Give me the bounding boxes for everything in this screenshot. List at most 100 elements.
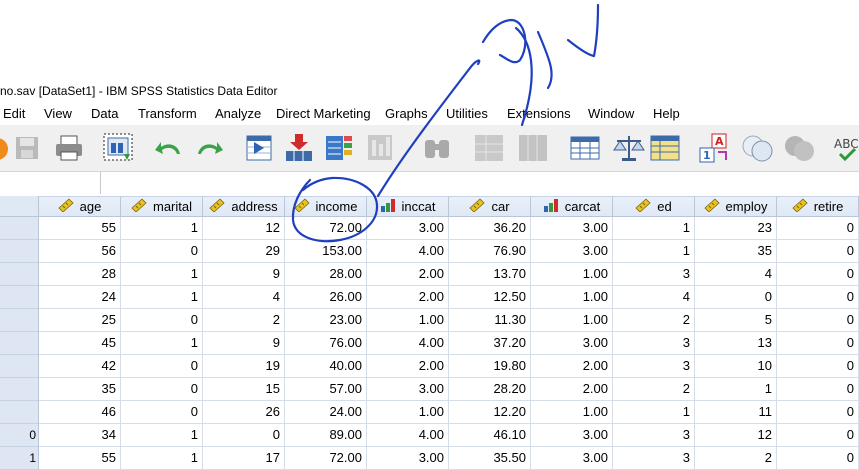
cell-income[interactable]: 72.00 [285,217,367,240]
show-all-variables-icon[interactable] [782,132,816,164]
cell-ed[interactable]: 3 [613,424,695,447]
cell-address[interactable]: 17 [203,447,285,470]
cell-carcat[interactable]: 3.00 [531,424,613,447]
menu-window[interactable]: Window [588,103,634,125]
cell-employ[interactable]: 10 [695,355,777,378]
grid-corner[interactable] [0,196,39,217]
cell-editor-input[interactable] [100,172,859,194]
menu-data[interactable]: Data [91,103,118,125]
row-header[interactable] [0,309,39,332]
cell-marital[interactable]: 0 [121,355,203,378]
column-header-marital[interactable]: marital [121,196,203,217]
cell-retire[interactable]: 0 [777,217,859,240]
redo-icon[interactable] [192,132,226,164]
select-cases-icon[interactable] [648,132,682,164]
cell-inccat[interactable]: 2.00 [367,263,449,286]
row-header[interactable] [0,332,39,355]
cell-ed[interactable]: 1 [613,401,695,424]
cell-carcat[interactable]: 2.00 [531,378,613,401]
weight-cases-icon[interactable] [612,132,646,164]
cell-car[interactable]: 28.20 [449,378,531,401]
cell-age[interactable]: 25 [39,309,121,332]
cell-address[interactable]: 0 [203,424,285,447]
save-icon[interactable] [10,132,44,164]
cell-address[interactable]: 26 [203,401,285,424]
insert-cases-icon[interactable] [472,132,506,164]
cell-employ[interactable]: 12 [695,424,777,447]
cell-employ[interactable]: 2 [695,447,777,470]
recall-dialog-icon[interactable] [102,132,136,164]
column-header-carcat[interactable]: carcat [531,196,613,217]
cell-carcat[interactable]: 1.00 [531,286,613,309]
cell-address[interactable]: 12 [203,217,285,240]
cell-employ[interactable]: 0 [695,286,777,309]
cell-retire[interactable]: 0 [777,378,859,401]
cell-inccat[interactable]: 1.00 [367,309,449,332]
find-icon[interactable] [420,132,454,164]
go-to-case-icon[interactable] [242,132,276,164]
cell-inccat[interactable]: 3.00 [367,378,449,401]
cell-income[interactable]: 26.00 [285,286,367,309]
undo-icon[interactable] [152,132,186,164]
cell-marital[interactable]: 1 [121,332,203,355]
cell-age[interactable]: 34 [39,424,121,447]
row-header[interactable] [0,263,39,286]
spell-check-icon[interactable]: ABC [832,132,859,164]
go-to-variable-icon[interactable] [282,132,316,164]
cell-ed[interactable]: 3 [613,263,695,286]
column-header-inccat[interactable]: inccat [367,196,449,217]
column-header-ed[interactable]: ed [613,196,695,217]
run-descriptive-icon[interactable] [365,132,399,164]
column-header-retire[interactable]: retire [777,196,859,217]
cell-marital[interactable]: 0 [121,240,203,263]
cell-employ[interactable]: 35 [695,240,777,263]
cell-ed[interactable]: 3 [613,355,695,378]
cell-address[interactable]: 2 [203,309,285,332]
menu-transform[interactable]: Transform [138,103,197,125]
row-header[interactable] [0,286,39,309]
cell-age[interactable]: 24 [39,286,121,309]
cell-income[interactable]: 72.00 [285,447,367,470]
cell-ed[interactable]: 3 [613,447,695,470]
menu-direct-marketing[interactable]: Direct Marketing [276,103,371,125]
cell-employ[interactable]: 4 [695,263,777,286]
cell-carcat[interactable]: 1.00 [531,309,613,332]
menu-utilities[interactable]: Utilities [446,103,488,125]
cell-age[interactable]: 46 [39,401,121,424]
cell-age[interactable]: 56 [39,240,121,263]
cell-car[interactable]: 36.20 [449,217,531,240]
cell-retire[interactable]: 0 [777,309,859,332]
cell-carcat[interactable]: 3.00 [531,240,613,263]
menu-extensions[interactable]: Extensions [507,103,571,125]
row-header[interactable] [0,217,39,240]
cell-marital[interactable]: 1 [121,447,203,470]
cell-inccat[interactable]: 1.00 [367,401,449,424]
split-file-icon[interactable] [568,132,602,164]
cell-age[interactable]: 45 [39,332,121,355]
cell-address[interactable]: 9 [203,263,285,286]
cell-retire[interactable]: 0 [777,447,859,470]
cell-inccat[interactable]: 4.00 [367,240,449,263]
menu-analyze[interactable]: Analyze [215,103,261,125]
cell-ed[interactable]: 2 [613,309,695,332]
cell-carcat[interactable]: 3.00 [531,447,613,470]
cell-inccat[interactable]: 2.00 [367,355,449,378]
value-labels-icon[interactable]: A1 [698,132,732,164]
cell-age[interactable]: 28 [39,263,121,286]
cell-income[interactable]: 23.00 [285,309,367,332]
cell-employ[interactable]: 1 [695,378,777,401]
menu-graphs[interactable]: Graphs [385,103,428,125]
menu-edit[interactable]: Edit [3,103,25,125]
cell-car[interactable]: 76.90 [449,240,531,263]
cell-income[interactable]: 57.00 [285,378,367,401]
cell-income[interactable]: 153.00 [285,240,367,263]
cell-car[interactable]: 13.70 [449,263,531,286]
cell-marital[interactable]: 1 [121,424,203,447]
cell-retire[interactable]: 0 [777,332,859,355]
column-header-age[interactable]: age [39,196,121,217]
cell-carcat[interactable]: 3.00 [531,217,613,240]
cell-marital[interactable]: 1 [121,217,203,240]
menu-view[interactable]: View [44,103,72,125]
cell-retire[interactable]: 0 [777,424,859,447]
insert-variable-icon[interactable] [516,132,550,164]
